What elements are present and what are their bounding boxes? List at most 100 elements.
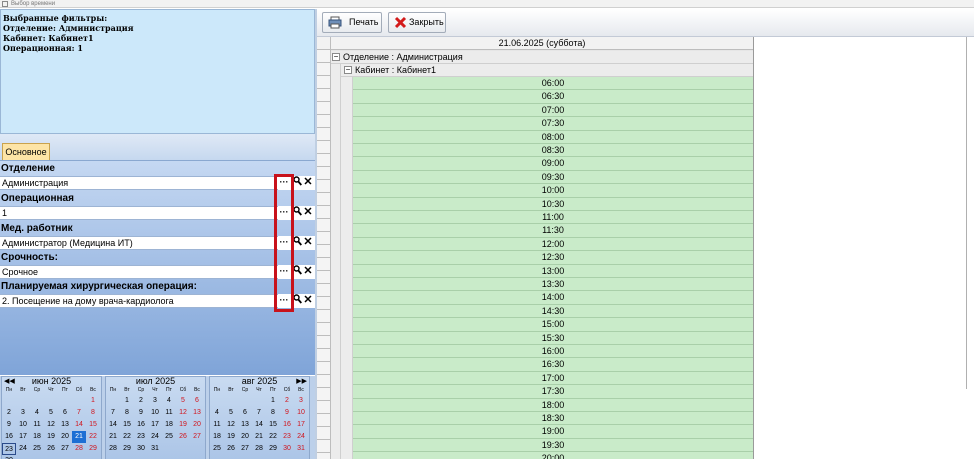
calendar-day[interactable]: 1 bbox=[120, 395, 134, 407]
calendar-day[interactable]: 8 bbox=[120, 407, 134, 419]
calendar-day[interactable]: 4 bbox=[210, 407, 224, 419]
time-slot[interactable]: 07:00 bbox=[353, 103, 753, 118]
calendar-day[interactable]: 27 bbox=[190, 431, 204, 443]
time-slot[interactable]: 11:00 bbox=[353, 211, 753, 225]
calendar-day[interactable]: 4 bbox=[30, 407, 44, 419]
calendar-day[interactable]: 10 bbox=[148, 407, 162, 419]
time-slot[interactable]: 16:30 bbox=[353, 358, 753, 372]
calendar-day[interactable]: 23 bbox=[280, 431, 294, 443]
calendar-day[interactable]: 29 bbox=[266, 443, 280, 455]
calendar-day[interactable]: 21 bbox=[106, 431, 120, 443]
calendar-day[interactable]: 5 bbox=[176, 395, 190, 407]
field-value-urgency[interactable]: Срочное bbox=[0, 265, 278, 279]
calendar-day[interactable]: 17 bbox=[16, 431, 30, 443]
calendar-day[interactable]: 13 bbox=[238, 419, 252, 431]
calendar-day[interactable]: 16 bbox=[134, 419, 148, 431]
calendar-day[interactable]: 9 bbox=[280, 407, 294, 419]
group-row-department[interactable]: − Отделение : Администрация bbox=[331, 51, 753, 64]
calendar-day[interactable]: 11 bbox=[30, 419, 44, 431]
calendar-day[interactable]: 25 bbox=[30, 443, 44, 455]
calendar-day[interactable]: 25 bbox=[210, 443, 224, 455]
calendar-day[interactable]: 7 bbox=[252, 407, 266, 419]
calendar-day[interactable]: 24 bbox=[16, 443, 30, 455]
calendar-day[interactable]: 17 bbox=[148, 419, 162, 431]
time-slot[interactable]: 13:30 bbox=[353, 278, 753, 292]
calendar-day[interactable]: 28 bbox=[252, 443, 266, 455]
calendar-day[interactable]: 16 bbox=[2, 431, 16, 443]
field-value-department[interactable]: Администрация bbox=[0, 176, 278, 190]
calendar-day[interactable]: 20 bbox=[58, 431, 72, 443]
calendar-day[interactable]: 22 bbox=[86, 431, 100, 443]
time-slot[interactable]: 10:00 bbox=[353, 184, 753, 198]
calendar-day[interactable]: 19 bbox=[44, 431, 58, 443]
calendar-day[interactable]: 1 bbox=[266, 395, 280, 407]
close-icon[interactable]: ✕ bbox=[302, 236, 314, 250]
calendar-day[interactable]: 1 bbox=[86, 395, 100, 407]
calendar-day[interactable]: 2 bbox=[280, 395, 294, 407]
calendar-day[interactable]: 7 bbox=[72, 407, 86, 419]
calendar-day[interactable]: 15 bbox=[266, 419, 280, 431]
time-slot[interactable]: 10:30 bbox=[353, 197, 753, 211]
close-icon[interactable]: ✕ bbox=[302, 206, 314, 220]
calendar-day[interactable]: 30 bbox=[134, 443, 148, 455]
calendar-day[interactable]: 4 bbox=[162, 395, 176, 407]
time-slot[interactable]: 11:30 bbox=[353, 224, 753, 238]
calendar-day[interactable]: 26 bbox=[224, 443, 238, 455]
calendar-day[interactable]: 31 bbox=[148, 443, 162, 455]
close-icon[interactable]: ✕ bbox=[302, 265, 314, 279]
calendar-day[interactable]: 8 bbox=[266, 407, 280, 419]
calendar-day[interactable]: 13 bbox=[190, 407, 204, 419]
time-slot[interactable]: 12:30 bbox=[353, 251, 753, 265]
time-slot[interactable]: 06:00 bbox=[353, 77, 753, 91]
calendar-day[interactable]: 22 bbox=[266, 431, 280, 443]
calendar-day[interactable]: 18 bbox=[30, 431, 44, 443]
print-button[interactable]: Печать bbox=[322, 12, 382, 33]
calendar-day[interactable]: 24 bbox=[148, 431, 162, 443]
calendar-day[interactable]: 2 bbox=[134, 395, 148, 407]
time-slot[interactable]: 09:00 bbox=[353, 157, 753, 171]
calendar-day[interactable]: 26 bbox=[44, 443, 58, 455]
calendar-day[interactable]: 23 bbox=[2, 443, 16, 455]
calendar-day[interactable]: 21 bbox=[252, 431, 266, 443]
field-value-planned-operation[interactable]: 2. Посещение на дому врача-кардиолога bbox=[0, 294, 278, 308]
vertical-scrollbar[interactable] bbox=[966, 37, 974, 389]
calendar-day[interactable]: 10 bbox=[16, 419, 30, 431]
time-slot[interactable]: 14:00 bbox=[353, 291, 753, 305]
calendar-day[interactable]: 6 bbox=[58, 407, 72, 419]
calendar-day[interactable]: 11 bbox=[210, 419, 224, 431]
calendar-day[interactable]: 15 bbox=[120, 419, 134, 431]
time-slot[interactable]: 17:00 bbox=[353, 371, 753, 386]
calendar-day[interactable]: 15 bbox=[86, 419, 100, 431]
field-value-operating-room[interactable]: 1 bbox=[0, 206, 278, 220]
calendar-day[interactable]: 3 bbox=[16, 407, 30, 419]
time-slot[interactable]: 07:30 bbox=[353, 117, 753, 131]
time-slot[interactable]: 15:00 bbox=[353, 318, 753, 332]
calendar-day[interactable]: 3 bbox=[294, 395, 308, 407]
calendar-day[interactable]: 7 bbox=[106, 407, 120, 419]
calendar-day[interactable]: 28 bbox=[72, 443, 86, 455]
time-slot[interactable]: 14:30 bbox=[353, 304, 753, 319]
calendar-day[interactable]: 18 bbox=[162, 419, 176, 431]
time-slot[interactable]: 18:30 bbox=[353, 412, 753, 426]
calendar-day[interactable]: 10 bbox=[294, 407, 308, 419]
calendar-day[interactable]: 29 bbox=[86, 443, 100, 455]
calendar-day[interactable]: 20 bbox=[238, 431, 252, 443]
calendar-day[interactable]: 9 bbox=[134, 407, 148, 419]
close-icon[interactable]: ✕ bbox=[302, 176, 314, 190]
calendar-day[interactable]: 30 bbox=[280, 443, 294, 455]
field-value-medical-worker[interactable]: Администратор (Медицина ИТ) bbox=[0, 236, 278, 250]
next-month-icon[interactable]: ▶▶ bbox=[296, 377, 307, 386]
time-slot[interactable]: 06:30 bbox=[353, 90, 753, 104]
close-icon[interactable]: ✕ bbox=[302, 294, 314, 308]
time-slot[interactable]: 19:30 bbox=[353, 438, 753, 453]
time-slot[interactable]: 09:30 bbox=[353, 170, 753, 185]
time-slot[interactable]: 15:30 bbox=[353, 331, 753, 345]
time-slot[interactable]: 08:00 bbox=[353, 130, 753, 144]
calendar-day[interactable]: 30 bbox=[2, 455, 16, 459]
calendar-day[interactable]: 25 bbox=[162, 431, 176, 443]
calendar-day[interactable]: 19 bbox=[176, 419, 190, 431]
calendar-day[interactable]: 14 bbox=[106, 419, 120, 431]
time-slot[interactable]: 12:00 bbox=[353, 237, 753, 252]
calendar-day[interactable]: 12 bbox=[176, 407, 190, 419]
calendar-day[interactable]: 17 bbox=[294, 419, 308, 431]
